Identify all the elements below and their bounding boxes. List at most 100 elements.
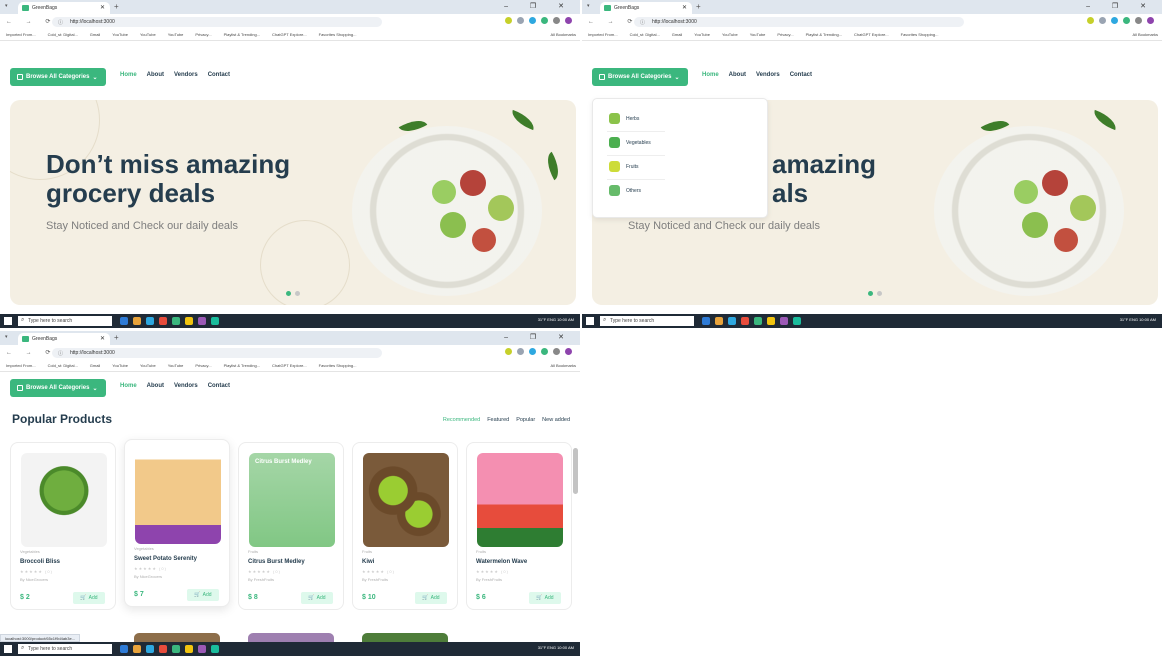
browser-tab[interactable]: GreenBags ✕ bbox=[18, 333, 110, 345]
filter-popular[interactable]: Popular bbox=[516, 417, 535, 423]
nav-arrows-icon[interactable]: ← → ⟳ bbox=[588, 18, 638, 25]
menu-about[interactable]: About bbox=[729, 72, 746, 78]
product-name[interactable]: Citrus Burst Medley bbox=[248, 559, 305, 565]
new-tab-icon[interactable]: + bbox=[696, 2, 701, 11]
app-icon[interactable] bbox=[133, 645, 141, 653]
profile-avatar[interactable] bbox=[565, 17, 572, 24]
bookmark-item[interactable]: YouTube bbox=[694, 32, 710, 38]
scrollbar[interactable] bbox=[573, 448, 578, 494]
new-tab-icon[interactable]: + bbox=[114, 333, 119, 342]
site-info-icon[interactable]: ⓘ bbox=[640, 19, 645, 26]
close-tab-icon[interactable]: ✕ bbox=[100, 335, 105, 342]
app-icon[interactable] bbox=[133, 317, 141, 325]
extension-icon[interactable] bbox=[517, 17, 524, 24]
add-to-cart-button[interactable]: 🛒 Add bbox=[187, 589, 219, 601]
add-to-cart-button[interactable]: 🛒 Add bbox=[301, 592, 333, 604]
product-vendor[interactable]: By FreshFruits bbox=[362, 577, 388, 582]
product-name[interactable]: Sweet Potato Serenity bbox=[134, 556, 197, 562]
bookmark-item[interactable]: Cold_st: Digital... bbox=[48, 32, 78, 38]
app-icon[interactable] bbox=[120, 317, 128, 325]
extension-icon[interactable] bbox=[553, 17, 560, 24]
menu-vendors[interactable]: Vendors bbox=[174, 72, 198, 78]
app-icon[interactable] bbox=[198, 645, 206, 653]
menu-about[interactable]: About bbox=[147, 383, 164, 389]
bookmark-item[interactable]: Imported From... bbox=[6, 32, 36, 38]
browser-tab[interactable]: GreenBags ✕ bbox=[600, 2, 692, 14]
bookmark-item[interactable]: YouTube bbox=[112, 32, 128, 38]
app-icon[interactable] bbox=[185, 645, 193, 653]
product-card[interactable]: Fruits Watermelon Wave ★★★★★ (0) By Fres… bbox=[466, 442, 572, 610]
add-to-cart-button[interactable]: 🛒 Add bbox=[73, 592, 105, 604]
app-icon[interactable] bbox=[767, 317, 775, 325]
browse-categories-button[interactable]: Browse All Categories ⌄ bbox=[10, 379, 106, 397]
filter-featured[interactable]: Featured bbox=[487, 417, 509, 423]
app-icon[interactable] bbox=[198, 317, 206, 325]
product-image[interactable]: Citrus Burst Medley bbox=[249, 453, 335, 547]
all-bookmarks-button[interactable]: All Bookmarks bbox=[1126, 32, 1158, 37]
app-icon[interactable] bbox=[146, 317, 154, 325]
window-controls[interactable]: – ❐ ✕ bbox=[504, 333, 574, 341]
app-icon[interactable] bbox=[159, 645, 167, 653]
menu-vendors[interactable]: Vendors bbox=[756, 72, 780, 78]
bookmark-item[interactable]: YouTube bbox=[140, 32, 156, 38]
product-image[interactable] bbox=[477, 453, 563, 547]
menu-vendors[interactable]: Vendors bbox=[174, 383, 198, 389]
browse-categories-button[interactable]: Browse All Categories ⌄ bbox=[592, 68, 688, 86]
menu-contact[interactable]: Contact bbox=[208, 72, 230, 78]
app-icon[interactable] bbox=[211, 317, 219, 325]
menu-home[interactable]: Home bbox=[702, 72, 719, 78]
windows-start-icon[interactable] bbox=[4, 317, 12, 325]
app-icon[interactable] bbox=[741, 317, 749, 325]
browser-tab[interactable]: GreenBags ✕ bbox=[18, 2, 110, 14]
window-controls[interactable]: – ❐ ✕ bbox=[1086, 2, 1156, 10]
category-herbs[interactable]: Herbs bbox=[609, 113, 639, 124]
menu-contact[interactable]: Contact bbox=[208, 383, 230, 389]
system-tray[interactable]: 31°F ENG 10:00 AM bbox=[538, 317, 574, 322]
bookmark-item[interactable]: YouTube bbox=[722, 32, 738, 38]
bookmark-item[interactable]: Cold_st: Digital... bbox=[630, 32, 660, 38]
bookmark-item[interactable]: Gmail bbox=[672, 32, 682, 38]
tab-search-icon[interactable]: ▾ bbox=[587, 3, 590, 9]
windows-start-icon[interactable] bbox=[4, 645, 12, 653]
product-vendor[interactable]: By FreshFruits bbox=[248, 577, 274, 582]
app-icon[interactable] bbox=[793, 317, 801, 325]
carousel-dot[interactable] bbox=[877, 291, 882, 296]
category-fruits[interactable]: Fruits bbox=[609, 161, 639, 172]
product-name[interactable]: Kiwi bbox=[362, 559, 374, 565]
product-image[interactable] bbox=[363, 453, 449, 547]
add-to-cart-button[interactable]: 🛒 Add bbox=[529, 592, 561, 604]
app-icon[interactable] bbox=[728, 317, 736, 325]
close-tab-icon[interactable]: ✕ bbox=[682, 4, 687, 11]
app-icon[interactable] bbox=[120, 645, 128, 653]
bookmark-item[interactable]: Playlist & Trending... bbox=[224, 32, 260, 38]
carousel-dot[interactable] bbox=[868, 291, 873, 296]
window-controls[interactable]: – ❐ ✕ bbox=[504, 2, 574, 10]
product-image[interactable] bbox=[135, 450, 221, 544]
product-image[interactable] bbox=[21, 453, 107, 547]
app-icon[interactable] bbox=[172, 317, 180, 325]
bookmark-item[interactable]: ChatGPT Explore... bbox=[854, 32, 889, 38]
app-icon[interactable] bbox=[715, 317, 723, 325]
url-input[interactable]: ⓘ http://localhost:3000 bbox=[634, 17, 964, 27]
taskbar-search-input[interactable]: ⌕ Type here to search bbox=[18, 316, 112, 326]
menu-home[interactable]: Home bbox=[120, 383, 137, 389]
bookmark-item[interactable]: Gmail bbox=[90, 32, 100, 38]
bookmark-item[interactable]: Privacy... bbox=[195, 32, 211, 38]
close-tab-icon[interactable]: ✕ bbox=[100, 4, 105, 11]
product-name[interactable]: Watermelon Wave bbox=[476, 559, 527, 565]
profile-avatar[interactable] bbox=[1147, 17, 1154, 24]
url-input[interactable]: ⓘ http://localhost:3000 bbox=[52, 17, 382, 27]
tab-search-icon[interactable]: ▾ bbox=[5, 3, 8, 9]
carousel-dot[interactable] bbox=[286, 291, 291, 296]
app-icon[interactable] bbox=[780, 317, 788, 325]
bookmark-item[interactable]: YouTube bbox=[168, 32, 184, 38]
product-card[interactable]: Vegetables Broccoli Bliss ★★★★★ (0) By N… bbox=[10, 442, 116, 610]
extension-icon[interactable] bbox=[1135, 17, 1142, 24]
product-vendor[interactable]: By FreshFruits bbox=[476, 577, 502, 582]
product-vendor[interactable]: By NiceGrocers bbox=[20, 577, 48, 582]
app-icon[interactable] bbox=[159, 317, 167, 325]
nav-arrows-icon[interactable]: ← → ⟳ bbox=[6, 18, 56, 25]
system-tray[interactable]: 31°F ENG 10:00 AM bbox=[538, 645, 574, 650]
product-card[interactable]: Fruits Kiwi ★★★★★ (0) By FreshFruits $ 1… bbox=[352, 442, 458, 610]
app-icon[interactable] bbox=[172, 645, 180, 653]
